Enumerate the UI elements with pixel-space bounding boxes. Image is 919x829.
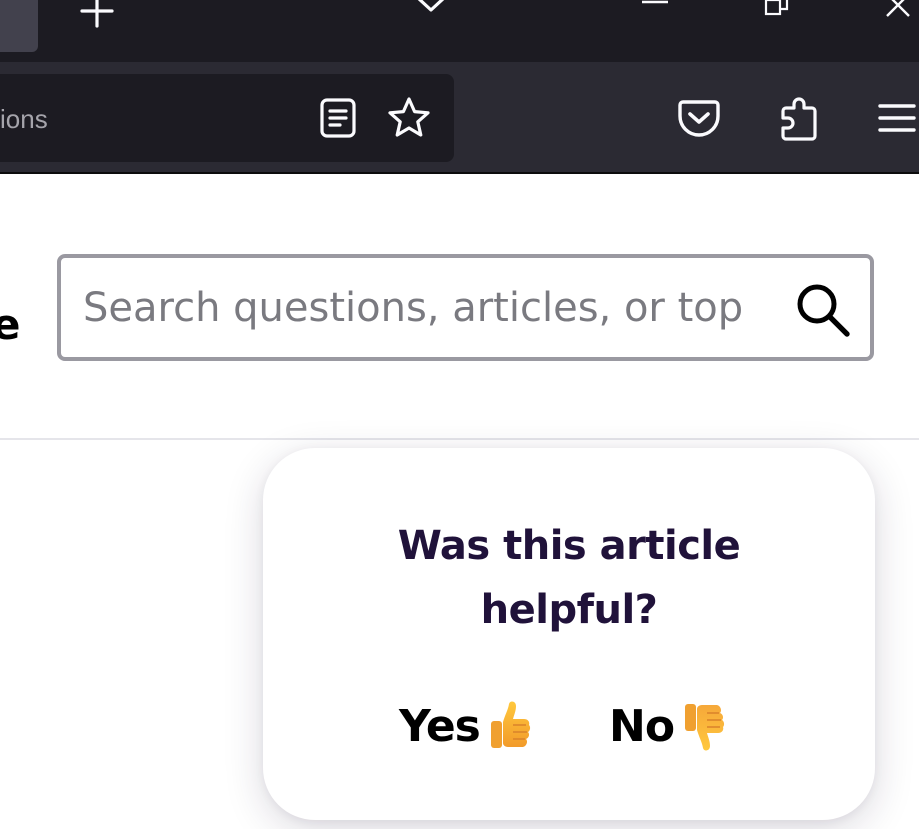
close-icon[interactable] bbox=[884, 0, 912, 18]
site-header: e bbox=[0, 176, 919, 440]
address-bar-text[interactable]: ions bbox=[0, 104, 48, 134]
feedback-no-button[interactable]: No bbox=[609, 696, 726, 756]
minimize-icon[interactable] bbox=[640, 0, 670, 8]
feedback-actions: Yes No bbox=[263, 696, 875, 756]
search-icon[interactable] bbox=[793, 280, 851, 338]
thumbs-down-icon bbox=[685, 704, 725, 751]
feedback-no-label: No bbox=[609, 700, 675, 752]
site-title[interactable]: e bbox=[0, 302, 21, 348]
active-tab[interactable] bbox=[0, 0, 38, 52]
feedback-card: Was this article helpful? Yes No bbox=[263, 448, 875, 820]
star-icon[interactable] bbox=[387, 96, 431, 140]
new-tab-plus-icon[interactable] bbox=[80, 0, 114, 28]
search-box[interactable] bbox=[57, 254, 874, 361]
pocket-icon[interactable] bbox=[678, 96, 720, 140]
feedback-yes-button[interactable]: Yes bbox=[399, 696, 532, 756]
thumbs-up-icon bbox=[490, 701, 530, 748]
address-bar[interactable]: ions bbox=[0, 74, 454, 162]
extensions-icon[interactable] bbox=[778, 94, 820, 142]
tab-strip bbox=[0, 0, 919, 62]
reader-view-icon[interactable] bbox=[318, 96, 358, 140]
chevron-left-icon bbox=[0, 0, 12, 4]
article-content: Was this article helpful? Yes No bbox=[0, 442, 919, 829]
search-input[interactable] bbox=[83, 280, 773, 336]
feedback-question: Was this article helpful? bbox=[397, 523, 741, 633]
navigation-toolbar: ions bbox=[0, 62, 919, 174]
hamburger-menu-icon[interactable] bbox=[876, 100, 916, 136]
feedback-yes-label: Yes bbox=[399, 700, 481, 752]
restore-icon[interactable] bbox=[762, 0, 790, 16]
chevron-down-icon[interactable] bbox=[414, 0, 448, 14]
